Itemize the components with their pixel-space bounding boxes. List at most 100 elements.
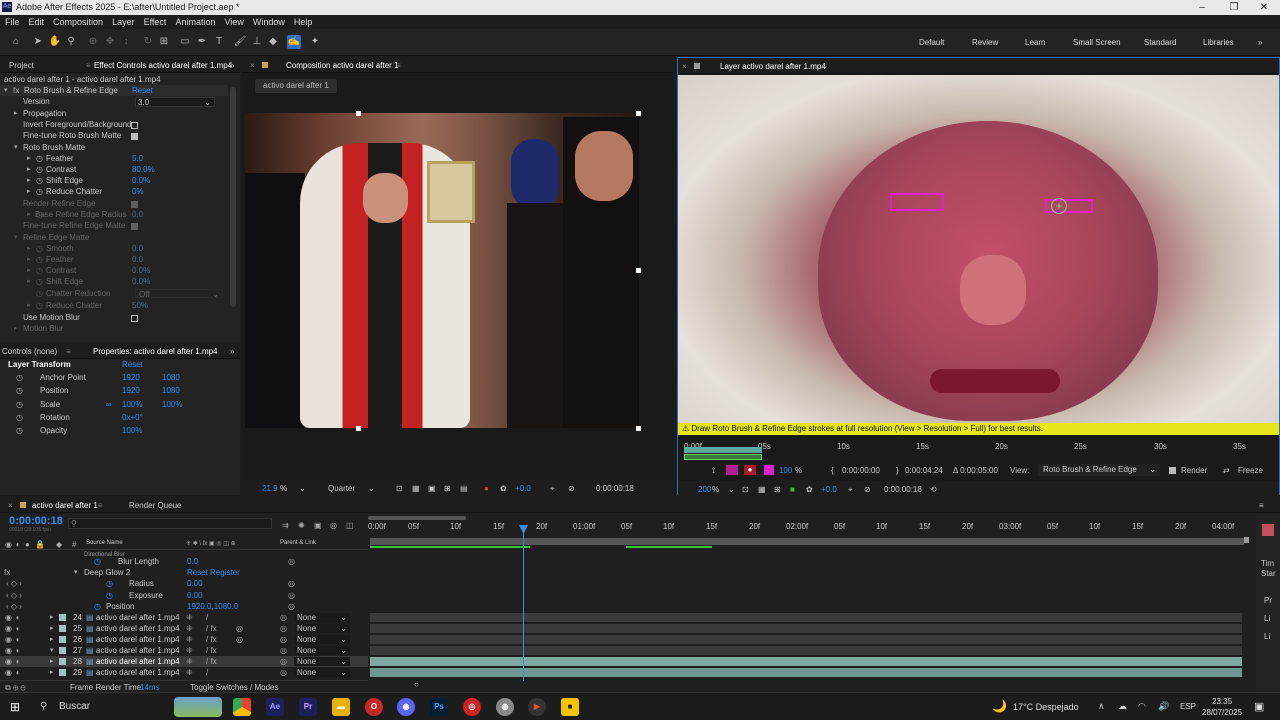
info-label[interactable]: Pr xyxy=(1264,596,1272,605)
layer-row[interactable]: ◉ ◖ ▸ 24 ▤ activo darel after 1.mp4 ⁜ / ◎ None ⌄ xyxy=(0,612,368,623)
pan-behind-icon[interactable]: ⊞ xyxy=(157,35,171,49)
taskbar-search[interactable]: Buscar xyxy=(59,701,90,712)
info-label[interactable]: Li xyxy=(1264,614,1270,623)
rectangle-tool-icon[interactable]: ▭ xyxy=(178,35,192,49)
panel-expand-icon[interactable]: » xyxy=(230,61,234,70)
weather-moon-icon[interactable]: 🌙 xyxy=(992,699,1007,713)
media-player-icon[interactable]: ▶ xyxy=(528,698,546,716)
search-icon[interactable]: ⚲ xyxy=(40,701,47,712)
label-swatch[interactable] xyxy=(59,658,66,665)
parent-select[interactable]: None ⌄ xyxy=(294,635,350,644)
stopwatch-icon[interactable]: ◷ xyxy=(36,153,43,164)
menu-composition[interactable]: Composition xyxy=(48,15,107,27)
pan-tool-icon[interactable]: ✥ xyxy=(103,35,117,49)
menu-window[interactable]: Window xyxy=(248,15,289,27)
tab-composition[interactable]: Composition activo darel after 1 xyxy=(286,61,399,70)
hand-tool-icon[interactable]: ✋ xyxy=(48,35,62,49)
notifications-icon[interactable]: ▣ xyxy=(1254,700,1264,713)
comp-timecode[interactable]: 0:00:00:18 xyxy=(596,484,634,493)
clock-time[interactable]: 23:35 xyxy=(1212,697,1232,706)
parent-select[interactable]: None ⌄ xyxy=(294,657,350,666)
effect-controls-scrollbar[interactable] xyxy=(230,87,236,307)
chevron-down-icon[interactable]: ▾ xyxy=(14,142,18,153)
effect-reset-link[interactable]: Reset xyxy=(132,85,153,96)
fine-tune-checkbox[interactable] xyxy=(131,133,138,140)
stopwatch-icon[interactable]: ◷ xyxy=(16,425,23,436)
comp-zoom-value[interactable]: 21.9 xyxy=(262,484,278,493)
chatter-reduction-select[interactable]: Off ⌄ xyxy=(135,289,223,299)
composition-subtab[interactable]: activo darel after 1 xyxy=(255,79,337,93)
pickwhip-icon[interactable]: ◎ xyxy=(288,578,295,589)
puppet-tool-icon[interactable]: ✦ xyxy=(308,35,322,49)
eye-icon[interactable]: ◉ xyxy=(5,667,12,678)
tab-timeline[interactable]: activo darel after 1 xyxy=(32,501,98,510)
matte-color-swatch[interactable] xyxy=(764,465,774,475)
layer-row[interactable]: ◉ ◖ ▸ 25 ▤ activo darel after 1.mp4 ⁜ / fx ◎ ◎ Non… xyxy=(0,623,368,634)
grid-icon[interactable]: ⊞ xyxy=(444,484,451,493)
quality-switch-icon[interactable]: / fx xyxy=(206,645,217,656)
out-point-icon[interactable]: } xyxy=(896,466,899,475)
search-input[interactable] xyxy=(81,519,267,528)
chevron-right-icon[interactable]: ▸ xyxy=(27,209,31,220)
roto-brush-tool-icon[interactable]: ✍ xyxy=(287,35,301,49)
shy-layers-icon[interactable]: ▣ xyxy=(314,521,322,530)
shy-switch-icon[interactable]: ⁜ xyxy=(186,612,193,623)
menu-view[interactable]: View xyxy=(219,15,247,27)
shy-switch-icon[interactable]: ⁜ xyxy=(186,623,193,634)
position-value[interactable]: 1920.0,1080.0 xyxy=(187,601,238,612)
quality-switch-icon[interactable]: / xyxy=(206,667,208,678)
stopwatch-icon[interactable]: ◷ xyxy=(106,578,113,589)
transparency-grid-icon[interactable]: ▦ xyxy=(758,485,766,494)
tray-cloud-icon[interactable]: ☁ xyxy=(1118,701,1127,712)
home-icon[interactable]: ⌂ xyxy=(9,35,23,49)
layer-name[interactable]: activo darel after 1.mp4 xyxy=(96,667,180,678)
scale-y-value[interactable]: 100% xyxy=(162,399,182,410)
render-refine-checkbox[interactable] xyxy=(131,201,138,208)
motion-blur-switch-icon[interactable]: ◎ xyxy=(236,623,243,634)
eye-icon[interactable]: ◉ xyxy=(5,645,12,656)
always-preview-icon[interactable]: ⟲ xyxy=(930,485,937,494)
frame-blending-icon[interactable]: ◎ xyxy=(330,521,337,530)
audio-icon[interactable]: ◖ xyxy=(15,656,20,667)
workspace-overflow-icon[interactable]: » xyxy=(1258,38,1262,47)
chevron-right-icon[interactable]: ▸ xyxy=(27,175,31,186)
chevron-right-icon[interactable]: ▸ xyxy=(27,153,31,164)
stopwatch-icon[interactable]: ◷ xyxy=(16,412,23,423)
fx-icon[interactable]: fx xyxy=(4,567,10,578)
layer-zoom-value[interactable]: 200 xyxy=(698,485,711,494)
label-swatch[interactable] xyxy=(59,647,66,654)
layer-bar[interactable] xyxy=(370,646,1242,655)
stopwatch-icon[interactable]: ◷ xyxy=(106,590,113,601)
copilot-app-icon[interactable] xyxy=(233,698,251,716)
type-tool-icon[interactable]: T xyxy=(212,35,226,49)
composition-frame[interactable] xyxy=(245,113,639,428)
layer-bar[interactable] xyxy=(370,624,1242,633)
opacity-value[interactable]: 100% xyxy=(122,425,142,436)
workspace-default[interactable]: Default xyxy=(919,38,944,47)
region-of-interest-icon[interactable]: ⊡ xyxy=(742,485,749,494)
layer-row[interactable]: ◉ ◖ ▸ 26 ▤ activo darel after 1.mp4 ⁜ / fx ◎ ◎ Non… xyxy=(0,634,368,645)
close-icon[interactable]: ✕ xyxy=(1248,0,1280,15)
audio-icon[interactable]: ◖ xyxy=(15,623,20,634)
chevron-right-icon[interactable]: ▸ xyxy=(50,623,54,634)
dolly-tool-icon[interactable]: ↕ xyxy=(119,35,133,49)
layer-bar[interactable] xyxy=(370,668,1242,677)
quality-switch-icon[interactable]: / fx xyxy=(206,623,217,634)
label-swatch[interactable] xyxy=(59,636,66,643)
workspace-standard[interactable]: Standard xyxy=(1144,38,1176,47)
audio-icon[interactable]: ◖ xyxy=(15,540,20,549)
info-label[interactable]: Tim xyxy=(1261,559,1274,568)
selection-tool-icon[interactable]: ➤ xyxy=(31,35,45,49)
menu-effect[interactable]: Effect xyxy=(139,15,171,27)
tray-chevron-icon[interactable]: ∧ xyxy=(1098,701,1105,712)
chevron-right-icon[interactable]: ▸ xyxy=(50,634,54,645)
info-label[interactable]: Star xyxy=(1261,569,1276,578)
pen-tool-icon[interactable]: ✒ xyxy=(195,35,209,49)
chevron-down-icon[interactable]: ⌄ xyxy=(728,485,735,494)
taskbar-app-ae[interactable]: Ae xyxy=(266,698,284,716)
draft-3d-icon[interactable]: ✺ xyxy=(298,521,305,530)
pickwhip-icon[interactable]: ◎ xyxy=(280,634,287,645)
chevron-right-icon[interactable]: ▸ xyxy=(50,612,54,623)
roto-stroke-left-eye[interactable] xyxy=(890,193,944,211)
tab-layer[interactable]: Layer activo darel after 1.mp4 xyxy=(720,62,826,71)
